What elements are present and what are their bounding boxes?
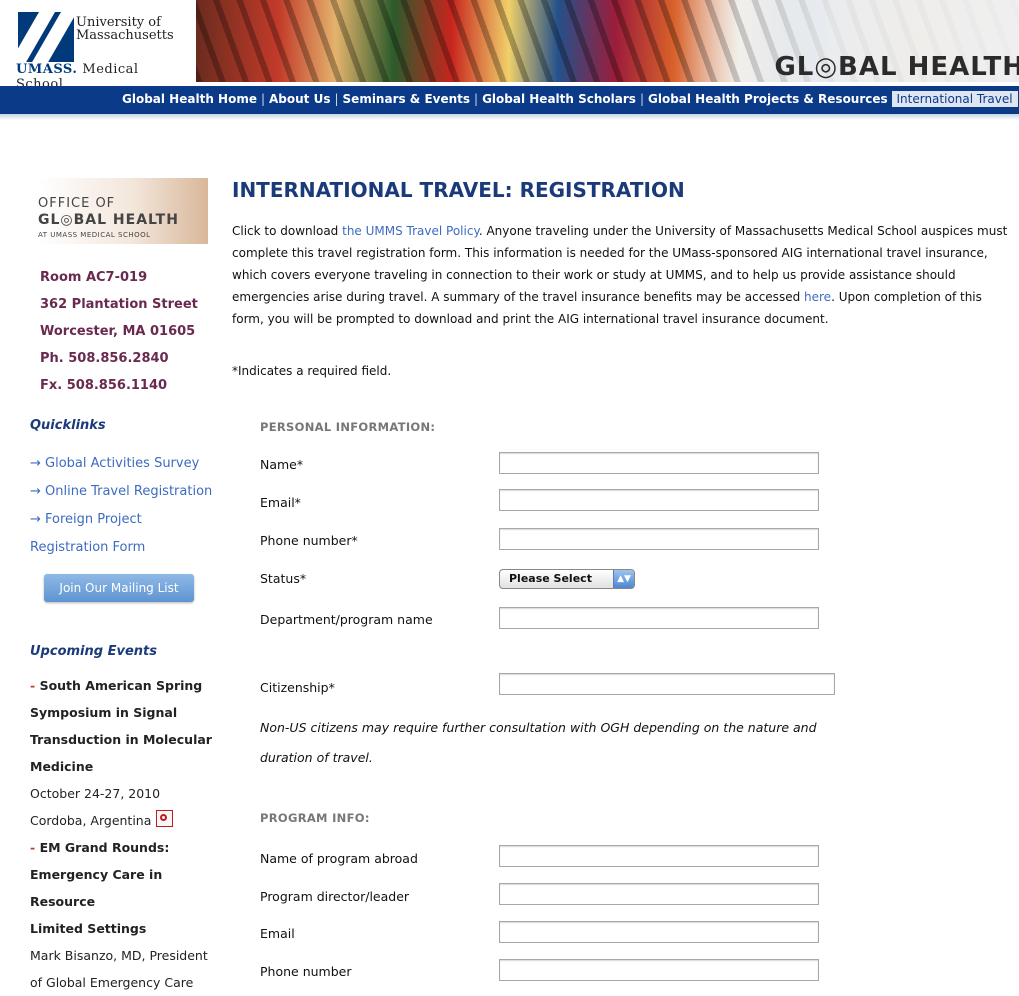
status-label: Status* (260, 571, 307, 586)
top-navigation: Global Health Home | About Us | Seminars & E… (0, 86, 1019, 114)
event-1-title-line[interactable]: - South American Spring (30, 672, 220, 699)
event-2-title-3[interactable]: Limited Settings (30, 915, 220, 942)
nav-seminars-events[interactable]: Seminars & Events (343, 92, 471, 106)
quicklink-registration-form[interactable]: Registration Form (30, 534, 212, 562)
select-arrows-icon: ▲▼ (613, 570, 634, 588)
site-header: University of Massachusetts UMASS. Medic… (0, 0, 1019, 92)
nav-projects-resources[interactable]: Global Health Projects & Resources (648, 92, 888, 106)
upcoming-events-heading: Upcoming Events (30, 644, 157, 659)
intro-line-4: emergencies arise during travel. A summa… (232, 286, 1019, 308)
quicklinks-list: → Global Activities Survey → Online Trav… (30, 450, 212, 562)
nav-separator: | (260, 92, 266, 106)
intro-line-2: complete this travel registration form. … (232, 246, 988, 260)
event-1-title-4[interactable]: Medicine (30, 753, 220, 780)
ogh-logo-line2: GL◎BAL HEALTH (38, 212, 179, 228)
event-1-location-line: Cordoba, Argentina (30, 807, 220, 834)
intro-paragraph: Click to download the UMMS Travel Policy… (232, 220, 1019, 330)
phone-input[interactable] (499, 528, 819, 550)
office-address: Room AC7-019 362 Plantation Street Worce… (40, 264, 198, 399)
citizenship-note: Non-US citizens may require further cons… (260, 720, 817, 765)
nav-global-health-home[interactable]: Global Health Home (122, 92, 257, 106)
logo-umass-word: UMASS. (16, 62, 78, 77)
personal-information-heading: PERSONAL INFORMATION: (260, 420, 436, 434)
upcoming-events-list: - South American Spring Symposium in Sig… (30, 672, 220, 996)
email-input[interactable] (499, 489, 819, 511)
intro-line-5: form, you will be prompted to download a… (232, 312, 829, 326)
nav-shadow-strip (0, 114, 1019, 120)
quicklinks-heading: Quicklinks (30, 418, 106, 433)
travel-policy-link[interactable]: the UMMS Travel Policy (342, 224, 479, 238)
nav-separator: | (334, 92, 339, 106)
ogh-logo-line1: OFFICE OF (38, 196, 116, 211)
event-1-location: Cordoba, Argentina (30, 813, 152, 828)
intro-text: emergencies arise during travel. A summa… (232, 290, 805, 304)
event-2-title-1[interactable]: EM Grand Rounds: (40, 840, 170, 855)
program-email-label: Email (260, 926, 295, 941)
insurance-benefits-link[interactable]: here (804, 290, 831, 304)
status-selected-value: Please Select (509, 572, 592, 585)
umass-logo[interactable]: University of Massachusetts UMASS. Medic… (14, 12, 174, 92)
event-2-speaker-2: of Global Emergency Care (30, 975, 194, 990)
intro-line-3: which covers everyone traveling in conne… (232, 268, 956, 282)
nav-about-us[interactable]: About Us (269, 92, 330, 106)
program-name-input[interactable] (499, 845, 819, 867)
event-1-title-1[interactable]: South American Spring (40, 678, 203, 693)
event-2-speaker-1: Mark Bisanzo, MD, President (30, 948, 208, 963)
event-2-title-2[interactable]: Emergency Care in Resource (30, 861, 220, 915)
page-title: INTERNATIONAL TRAVEL: REGISTRATION (232, 178, 685, 202)
logo-line2: Massachusetts (76, 28, 174, 43)
program-phone-label: Phone number (260, 964, 352, 979)
program-info-heading: PROGRAM INFO: (260, 811, 370, 825)
event-bullet: - (30, 840, 36, 855)
event-bullet: - (30, 678, 36, 693)
umass-logo-mark-icon (18, 12, 74, 62)
nav-separator: | (639, 92, 644, 106)
program-director-label: Program director/leader (260, 889, 410, 904)
name-label: Name* (260, 457, 304, 472)
nav-separator: | (474, 92, 479, 106)
program-name-label: Name of program abroad (260, 851, 418, 866)
program-email-input[interactable] (499, 921, 819, 943)
citizenship-input[interactable] (499, 673, 835, 695)
logo-text: University of Massachusetts (76, 16, 174, 42)
event-1-date: October 24-27, 2010 (30, 786, 161, 801)
department-input[interactable] (499, 607, 819, 629)
event-1-title-3[interactable]: Transduction in Molecular (30, 726, 220, 753)
join-mailing-list-button[interactable]: Join Our Mailing List (44, 574, 194, 602)
quicklink-foreign-project[interactable]: → Foreign Project (30, 506, 212, 534)
address-city: Worcester, MA 01605 (40, 324, 196, 339)
event-2-title-line[interactable]: - EM Grand Rounds: (30, 834, 220, 861)
intro-text: . Upon completion of this (831, 290, 982, 304)
phone-label: Phone number* (260, 533, 358, 548)
header-banner-image: GL◎BAL HEALTH (196, 0, 1019, 82)
citizenship-label: Citizenship* (260, 680, 335, 695)
office-of-global-health-logo[interactable]: OFFICE OF GL◎BAL HEALTH AT UMASS MEDICAL… (38, 178, 208, 244)
program-director-input[interactable] (499, 883, 819, 905)
nav-international-travel[interactable]: International Travel (891, 91, 1018, 107)
department-label: Department/program name (260, 612, 433, 627)
intro-line-1: Click to download the UMMS Travel Policy… (232, 220, 1019, 242)
intro-text: . Anyone traveling under the University … (478, 224, 1008, 238)
nav-global-health-scholars[interactable]: Global Health Scholars (482, 92, 636, 106)
address-room: Room AC7-019 (40, 270, 148, 285)
address-fax: Fx. 508.856.1140 (40, 378, 168, 393)
ogh-logo-line3: AT UMASS MEDICAL SCHOOL (38, 231, 151, 239)
banner-title: GL◎BAL HEALTH (774, 52, 1019, 82)
event-1-title-2[interactable]: Symposium in Signal (30, 699, 220, 726)
quicklink-global-activities-survey[interactable]: → Global Activities Survey (30, 450, 212, 478)
address-phone: Ph. 508.856.2840 (40, 351, 169, 366)
pdf-icon[interactable] (156, 810, 174, 827)
quicklink-online-travel-registration[interactable]: → Online Travel Registration (30, 478, 212, 506)
name-input[interactable] (499, 452, 819, 474)
intro-text: Click to download (232, 224, 343, 238)
required-field-note: *Indicates a required field. (232, 364, 392, 378)
address-street: 362 Plantation Street (40, 297, 198, 312)
email-label: Email* (260, 495, 301, 510)
status-select[interactable]: Please Select ▲▼ (499, 569, 635, 589)
program-phone-input[interactable] (499, 959, 819, 981)
